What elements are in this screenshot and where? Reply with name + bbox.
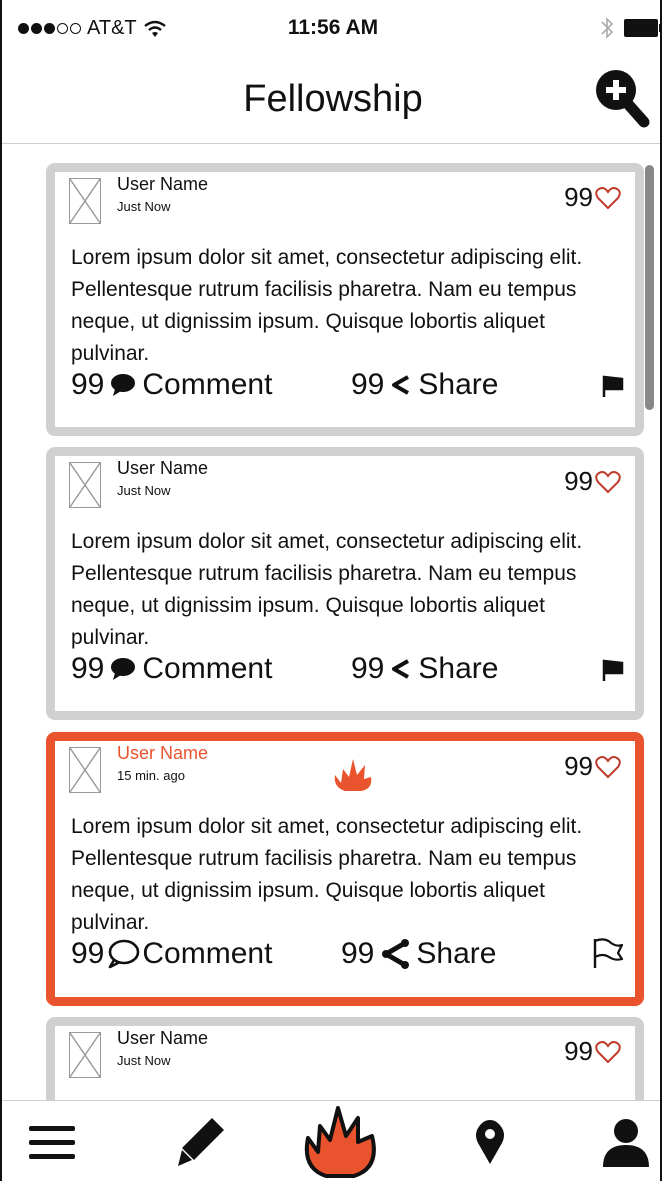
comment-count: 99 — [71, 652, 105, 685]
post-time: Just Now — [117, 199, 171, 214]
share-button[interactable]: 99 Share — [351, 368, 498, 402]
post-time: Just Now — [117, 1053, 171, 1068]
heart-icon — [595, 470, 621, 493]
share-icon — [392, 659, 410, 679]
profile-icon — [603, 1118, 649, 1167]
comment-label: Comment — [142, 937, 273, 970]
comment-count: 99 — [71, 937, 105, 970]
share-count: 99 — [341, 937, 375, 970]
post-actions: 99 Comment 99 Share — [71, 368, 625, 408]
tab-fire[interactable] — [298, 1101, 384, 1181]
post-text: Lorem ipsum dolor sit amet, consectetur … — [71, 815, 583, 934]
location-icon — [476, 1119, 504, 1164]
scrollbar[interactable] — [645, 165, 654, 410]
menu-icon — [29, 1125, 75, 1159]
comment-count: 99 — [71, 368, 105, 401]
user-name[interactable]: User Name — [117, 458, 208, 479]
fire-icon — [304, 1105, 376, 1178]
app-frame: AT&T 11:56 AM Fellowship User Name Just … — [0, 0, 662, 1181]
bluetooth-icon — [601, 17, 614, 39]
avatar[interactable] — [69, 178, 101, 224]
tab-compose[interactable] — [170, 1101, 234, 1181]
share-button[interactable]: 99 Share — [341, 937, 496, 971]
comment-outline-icon — [109, 939, 140, 969]
heart-icon — [595, 1040, 621, 1063]
tab-menu[interactable] — [24, 1101, 80, 1181]
compose-icon — [178, 1117, 224, 1166]
avatar[interactable] — [69, 747, 101, 793]
share-icon — [382, 939, 410, 969]
flag-outline-icon[interactable] — [591, 937, 625, 969]
post-text: Lorem ipsum dolor sit amet, consectetur … — [71, 246, 583, 365]
share-label: Share — [418, 368, 499, 401]
share-count: 99 — [351, 652, 385, 685]
like-count: 99 — [564, 182, 593, 212]
like-count: 99 — [564, 751, 593, 781]
post-time: Just Now — [117, 483, 171, 498]
post-card[interactable]: User Name Just Now 99 — [46, 1017, 644, 1100]
avatar[interactable] — [69, 462, 101, 508]
share-count: 99 — [351, 368, 385, 401]
share-label: Share — [418, 652, 499, 685]
comment-label: Comment — [142, 652, 273, 685]
app-header: Fellowship — [2, 60, 660, 144]
heart-icon — [595, 755, 621, 778]
clock: 11:56 AM — [287, 16, 379, 39]
flag-icon[interactable] — [601, 374, 625, 398]
like-button[interactable]: 99 — [564, 1036, 621, 1067]
like-count: 99 — [564, 1036, 593, 1066]
comment-button[interactable]: 99 Comment — [71, 652, 272, 686]
comment-label: Comment — [142, 368, 273, 401]
user-name[interactable]: User Name — [117, 1028, 208, 1049]
heart-icon — [595, 186, 621, 209]
like-count: 99 — [564, 466, 593, 496]
page-title: Fellowship — [243, 78, 423, 120]
post-card-hot[interactable]: User Name 15 min. ago 99 Lorem ipsum dol… — [46, 732, 644, 1006]
user-name[interactable]: User Name — [117, 743, 208, 764]
user-name[interactable]: User Name — [117, 174, 208, 195]
comment-icon — [111, 374, 136, 396]
post-text: Lorem ipsum dolor sit amet, consectetur … — [71, 530, 583, 649]
search-plus-icon[interactable] — [590, 66, 650, 130]
tab-location[interactable] — [468, 1101, 512, 1181]
like-button[interactable]: 99 — [564, 751, 621, 782]
post-actions: 99 Comment 99 Share — [71, 937, 625, 977]
share-button[interactable]: 99 Share — [351, 652, 498, 686]
avatar[interactable] — [69, 1032, 101, 1078]
share-icon — [392, 375, 410, 395]
comment-button[interactable]: 99 Comment — [71, 937, 272, 971]
tab-profile[interactable] — [596, 1101, 656, 1181]
post-actions: 99 Comment 99 Share — [71, 652, 625, 692]
post-card[interactable]: User Name Just Now 99 Lorem ipsum dolor … — [46, 163, 644, 436]
like-button[interactable]: 99 — [564, 182, 621, 213]
like-button[interactable]: 99 — [564, 466, 621, 497]
status-right — [600, 16, 660, 40]
battery-icon — [624, 19, 660, 37]
share-label: Share — [416, 937, 497, 970]
status-bar: AT&T 11:56 AM — [2, 0, 660, 60]
post-time: 15 min. ago — [117, 768, 185, 783]
post-feed[interactable]: User Name Just Now 99 Lorem ipsum dolor … — [2, 145, 660, 1100]
tab-bar — [2, 1100, 660, 1181]
comment-icon — [111, 658, 136, 680]
flag-icon[interactable] — [601, 658, 625, 682]
comment-button[interactable]: 99 Comment — [71, 368, 272, 402]
fire-icon — [334, 759, 372, 791]
post-card[interactable]: User Name Just Now 99 Lorem ipsum dolor … — [46, 447, 644, 720]
